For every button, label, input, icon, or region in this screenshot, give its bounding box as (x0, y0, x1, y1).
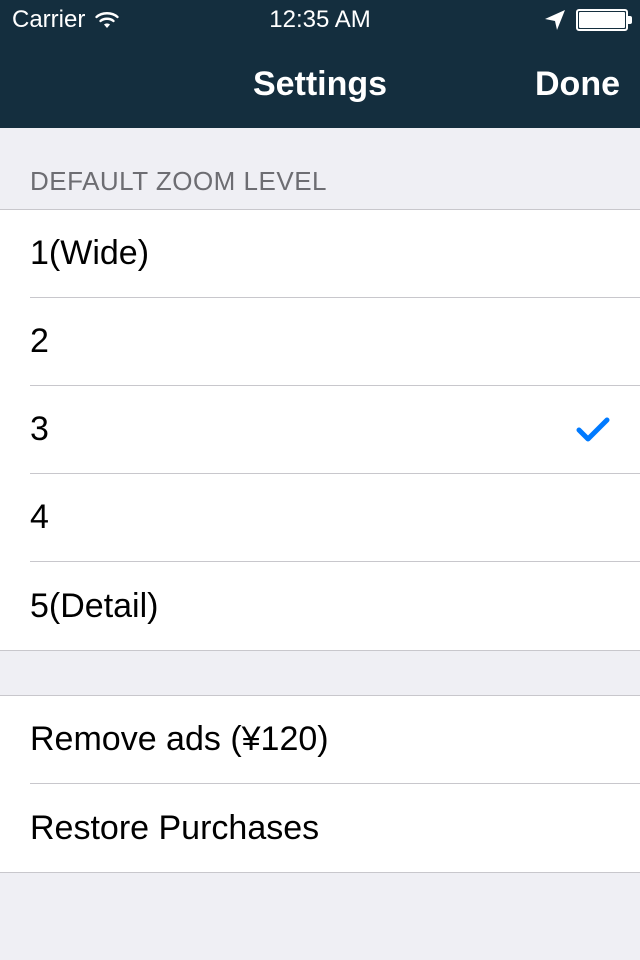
purchases-table: Remove ads (¥120) Restore Purchases (0, 695, 640, 873)
status-time: 12:35 AM (269, 6, 370, 34)
zoom-option-2[interactable]: 2 (30, 298, 640, 386)
carrier-label: Carrier (12, 6, 85, 34)
zoom-option-label: 3 (30, 410, 49, 449)
restore-purchases-row[interactable]: Restore Purchases (30, 784, 640, 872)
zoom-level-table: 1(Wide) 2 3 4 5(Detail) (0, 209, 640, 651)
done-button[interactable]: Done (535, 65, 620, 104)
zoom-option-1-wide[interactable]: 1(Wide) (30, 210, 640, 298)
section-gap (0, 651, 640, 695)
checkmark-icon (576, 417, 610, 443)
status-left: Carrier (12, 6, 121, 34)
nav-bar: Settings Done (0, 40, 640, 128)
zoom-option-label: 2 (30, 322, 49, 361)
status-right (544, 9, 628, 31)
zoom-option-label: 5(Detail) (30, 587, 158, 626)
battery-icon (576, 9, 628, 31)
location-icon (544, 9, 566, 31)
zoom-option-label: 4 (30, 498, 49, 537)
wifi-icon (93, 10, 121, 30)
zoom-section-header: DEFAULT ZOOM LEVEL (0, 128, 640, 209)
remove-ads-row[interactable]: Remove ads (¥120) (30, 696, 640, 784)
zoom-option-3[interactable]: 3 (30, 386, 640, 474)
remove-ads-label: Remove ads (¥120) (30, 720, 329, 759)
zoom-option-5-detail[interactable]: 5(Detail) (30, 562, 640, 650)
page-title: Settings (253, 65, 387, 104)
restore-purchases-label: Restore Purchases (30, 809, 319, 848)
zoom-option-label: 1(Wide) (30, 234, 149, 273)
settings-content: DEFAULT ZOOM LEVEL 1(Wide) 2 3 4 5(Detai… (0, 128, 640, 873)
status-bar: Carrier 12:35 AM (0, 0, 640, 40)
zoom-option-4[interactable]: 4 (30, 474, 640, 562)
